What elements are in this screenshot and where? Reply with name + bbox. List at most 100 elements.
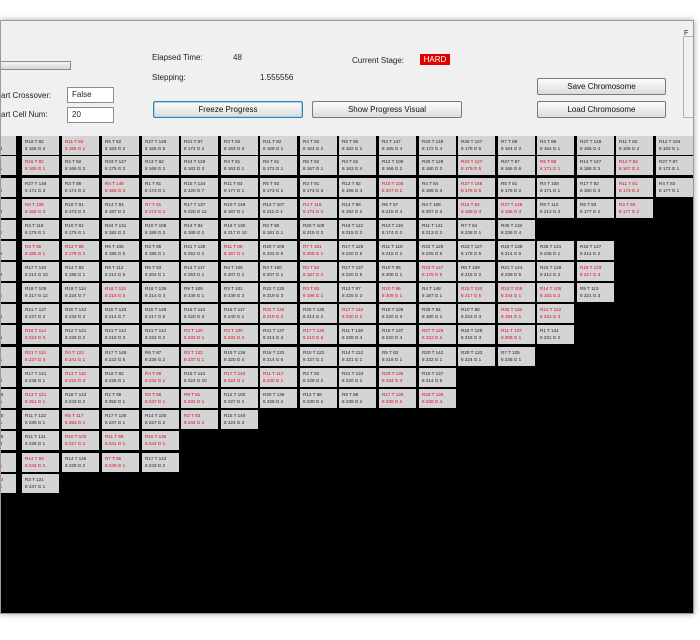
grid-cell-id: R14 T 145 [65, 456, 87, 461]
grid-cell-id: R27 T 87 [501, 159, 520, 164]
grid-cell-stats: 8 235 G 1 [501, 357, 522, 362]
grid-cell-id: R4 T 148 [105, 181, 124, 186]
grid-cell: R2 T 82 8 166 G 3 [62, 156, 99, 175]
grid-cell-stats: 8 181 G 1 [263, 230, 284, 235]
grid-cell-id: R11 T 83 [224, 181, 243, 186]
grid-cell: R3 T 82 8 163 G 4 [339, 156, 376, 175]
grid-cell-stats: 8 177 G 1 [224, 188, 245, 193]
save-chromosome-button[interactable]: Save Chromosome [537, 78, 666, 95]
grid-cell-id: R6 T 87 [145, 350, 162, 355]
grid-cell-id: R5 T 93 [145, 265, 162, 270]
grid-cell: R16 T 137 8 220 G 4 [379, 325, 416, 344]
grid-cell-stats: 8 227 G 2 [145, 420, 166, 425]
grid-cell-id: R22 T 130 [263, 286, 285, 291]
grid-cell-id: R21 T 87 [184, 139, 203, 144]
grid-cell: R12 T 1308 249 G 1 [1, 410, 16, 429]
grid-cell-id: R4 T 108 [224, 265, 243, 270]
grid-cell: R2 T 83 8 244 G 2 [181, 410, 218, 429]
grid-cell: R7 T 101 8 208 G 1 [300, 241, 337, 260]
progress-slider[interactable] [1, 61, 71, 70]
grid-cell: R16 T 136 8 214 G 4 [142, 283, 179, 302]
grid-cell-id: R5 T 82 [105, 139, 122, 144]
grid-cell-stats: 8 220 G 3 [184, 314, 205, 319]
grid-cell-stats: 8 212 G 3 [540, 209, 561, 214]
grid-cell-id: R16 T 137 [382, 328, 404, 333]
grid-cell: R3 T 100 8 234 G 2 [221, 325, 258, 344]
grid-cell: R21 T 134 8 220 G 2 [339, 368, 376, 387]
grid-cell: R23 T 127 8 179 G 5 [458, 156, 495, 175]
show-progress-visual-button[interactable]: Show Progress Visual [312, 101, 462, 118]
grid-cell: R6 T 108 8 166 G 3 [22, 199, 59, 218]
start-crossover-field[interactable]: False [67, 87, 114, 103]
load-chromosome-button[interactable]: Load Chromosome [537, 101, 666, 118]
grid-cell-stats: 8 215 G 5 [105, 293, 126, 298]
grid-cell-stats: 8 238 G 3 [224, 293, 245, 298]
grid-cell-id: R17 T 134 [25, 265, 47, 270]
grid-cell: R13 T 87 8 225 G 3 [339, 283, 376, 302]
grid-cell-stats: 8 163 G 2 [303, 146, 324, 151]
grid-cell-id: R27 T 148 [25, 181, 47, 186]
grid-cell-stats: 8 220 G 2 [342, 314, 363, 319]
grid-cell-id: R10 T 108 [145, 223, 167, 228]
grid-cell-id: R11 T 121 [422, 223, 443, 228]
grid-cell-stats: 8 174 G 2 [303, 209, 324, 214]
grid-cell-stats: 8 177 G 2 [619, 209, 640, 214]
grid-cell: R9 T 81 8 234 G 1 [181, 389, 218, 408]
grid-cell-stats: 8 174 G 3 [382, 230, 403, 235]
grid-cell-id: R11 T 82 [65, 139, 84, 144]
grid-cell-stats: 8 196 G 1 [303, 293, 324, 298]
grid-cell-stats: 8 171 G 1 [540, 188, 561, 193]
grid-cell-stats: 8 235 G 5 [1, 334, 14, 341]
grid-cell-id: R17 T 143 [145, 456, 167, 461]
grid-cell: R12 T 82 8 167 G 2 [616, 156, 653, 175]
grid-cell: R4 T 83 8 177 G 1 [656, 178, 693, 197]
grid-cell-id: R13 T 107 [263, 202, 285, 207]
grid-cell-id: R24 T 128 [184, 159, 206, 164]
grid-cell-stats: 8 253 G 1 [184, 272, 205, 277]
grid-cell-id: R7 T 81 [145, 202, 162, 207]
grid-cell-id: R7 T 86 [105, 456, 122, 461]
grid-cell: R17 T 138 8 239 G 3 [379, 389, 416, 408]
grid-cell-stats: 8 222 G 2 [422, 335, 443, 340]
grid-cell-stats: 8 214 G 7 [105, 314, 126, 319]
grid-cell-id: R11 T 107 [501, 328, 522, 333]
app-window: F Elapsed Time: 48 Stepping: 1.555556 Cu… [0, 20, 694, 614]
grid-cell: R10 T 106 8 207 G 2 [379, 178, 416, 197]
grid-cell-id: R17 T 135 [105, 413, 127, 418]
grid-cell-id: R14 T 83 [65, 265, 84, 270]
freeze-progress-button[interactable]: Freeze Progress [153, 101, 303, 118]
grid-cell-id: R14 T 105 [540, 286, 562, 291]
grid-cell: R21 T 114 8 222 G 2 [142, 325, 179, 344]
grid-cell-stats: 8 155 G 4 [382, 146, 403, 151]
grid-cell-id: R25 T 84 [422, 307, 441, 312]
grid-cell-id: R14 T 88 [342, 202, 361, 207]
start-cell-num-field[interactable]: 20 [67, 107, 114, 123]
grid-cell: R17 T 130 8 210 G 6 [300, 325, 337, 344]
grid-cell: R17 T 135 8 237 G 1 [102, 410, 139, 429]
grid-cell-id: R6 T 80 [342, 139, 359, 144]
grid-cell-stats: 8 180 G 2 [422, 314, 443, 319]
grid-cell-stats: 8 215 G 2 [382, 251, 403, 256]
grid-cell-id: R20 T 136 [422, 392, 444, 397]
grid-cell-id: R21 T 113 [540, 307, 561, 312]
grid-cell-id: R2 T 80 [263, 223, 280, 228]
grid-cell: R13 T 121 8 251 G 1 [22, 389, 59, 408]
grid-cell-id: R14 T 84 [105, 202, 124, 207]
grid-cell-id: R27 T 87 [659, 159, 678, 164]
grid-cell-id: R14 T 84 [184, 223, 203, 228]
grid-cell: R13 T 82 8 166 G 4 [339, 178, 376, 197]
grid-cell-stats: 8 163 G 1 [224, 166, 245, 171]
grid-cell: R19 T 114 8 224 G 7 [62, 283, 99, 302]
grid-cell: R24 T 128 8 182 G 3 [181, 156, 218, 175]
grid-cell-stats: 8 240 G 1 [263, 378, 284, 383]
grid-cell-id: R10 T 100 [65, 434, 87, 439]
grid-cell-id: R13 T 118 [382, 223, 403, 228]
grid-cell-id: R16 T 130 [224, 223, 246, 228]
grid-cell: R10 T 82 8 166 G 4 [22, 136, 59, 155]
grid-cell: R10 T 108 8 188 G 3 [142, 220, 179, 239]
grid-cell: R11 T 121 8 213 G 3 [419, 220, 456, 239]
grid-cell: R10 T 96 8 208 G 1 [379, 262, 416, 281]
grid-cell-stats: 8 239 G 5 [501, 272, 522, 277]
grid-cell-stats: 8 163 G 3 [224, 146, 245, 151]
grid-cell: R22 T 129 8 225 G 6 [419, 241, 456, 260]
